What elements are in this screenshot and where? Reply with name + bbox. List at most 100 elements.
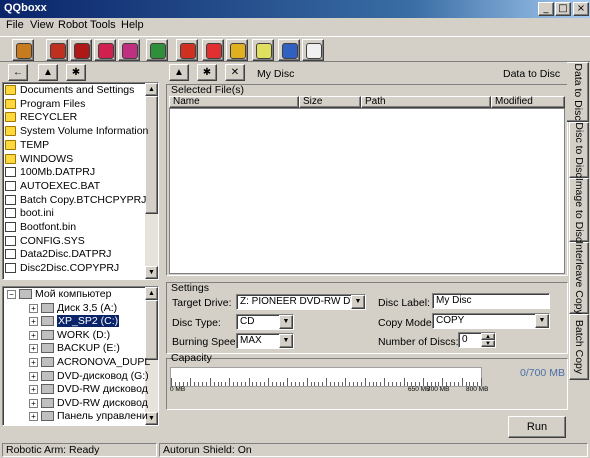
expand-icon[interactable]: + — [29, 358, 38, 367]
drive-icon — [41, 357, 54, 367]
tree-item-label: DVD-RW дисковод — [57, 383, 148, 396]
expand-icon[interactable]: + — [29, 398, 38, 408]
new-project-icon[interactable]: ✱ — [197, 64, 217, 81]
column-header[interactable]: Path — [361, 96, 491, 108]
expand-icon[interactable]: + — [29, 344, 38, 354]
scroll-thumb[interactable] — [145, 96, 158, 214]
burn-icon[interactable] — [46, 39, 68, 61]
file-name: System Volume Information — [20, 125, 149, 138]
disc-type-select[interactable]: CD ▼ — [236, 314, 294, 330]
burning-speed-select[interactable]: MAX ▼ — [236, 333, 294, 349]
menu-robot[interactable]: Robot — [58, 19, 87, 31]
expand-icon[interactable]: + — [29, 317, 38, 327]
burning-speed-label: Burning Speed: — [172, 336, 245, 348]
batch-icon-glyph — [150, 43, 166, 59]
folder-red-icon[interactable] — [202, 39, 224, 61]
expand-icon[interactable]: + — [29, 385, 38, 395]
delete-icon[interactable]: ✕ — [225, 64, 245, 81]
file-list-scrollbar[interactable]: ▲ ▼ — [145, 83, 158, 279]
robot-icon[interactable] — [12, 39, 34, 61]
capacity-tick — [198, 382, 199, 386]
chevron-down-icon[interactable]: ▼ — [351, 295, 365, 309]
chevron-down-icon[interactable]: ▼ — [279, 334, 293, 348]
capacity-tick — [376, 382, 377, 386]
num-discs-spinner[interactable]: 0 ▲ ▼ — [458, 332, 496, 348]
tab-batch-copy[interactable]: Batch Copy — [569, 314, 589, 380]
disc-type-label: Disc Type: — [172, 317, 221, 329]
expand-icon[interactable]: + — [29, 371, 38, 381]
tab-label: Interleave Copy — [573, 241, 585, 315]
file-list[interactable]: ▲ ▼ Documents and Settings Program Files R… — [2, 82, 159, 280]
column-header[interactable]: Size — [299, 96, 361, 108]
tab-image-to-disc[interactable]: Image to Disc — [569, 178, 589, 242]
file-icon — [5, 222, 16, 232]
undo-icon-glyph — [180, 43, 196, 59]
open-folder-icon[interactable]: ▲ — [169, 64, 189, 81]
disc-label-input[interactable]: My Disc — [432, 293, 550, 309]
disc-copy-icon-glyph — [74, 43, 90, 59]
maximize-button[interactable]: □ — [555, 2, 571, 16]
new-folder-icon[interactable]: ✱ — [66, 64, 86, 81]
chevron-down-icon[interactable]: ▼ — [279, 315, 293, 329]
disc-type-value: CD — [240, 316, 255, 327]
help-icon[interactable] — [302, 39, 324, 61]
column-header[interactable]: Modified — [491, 96, 565, 108]
tree-item-label: DVD-RW дисковод — [57, 396, 148, 409]
selected-files-list[interactable] — [169, 108, 565, 274]
drive-icon — [19, 425, 32, 426]
batch-icon[interactable] — [146, 39, 168, 61]
expand-icon[interactable]: + — [29, 303, 38, 313]
copy-mode-select[interactable]: COPY ▼ — [432, 313, 550, 329]
capacity-tick — [330, 382, 331, 386]
tree-item-label: XP_SP2 (C:) — [57, 315, 120, 328]
back-arrow-icon[interactable]: ← — [8, 64, 28, 81]
close-button[interactable]: × — [573, 2, 589, 16]
tree-scroll-thumb[interactable] — [145, 300, 158, 360]
drive-tree[interactable]: ▲ ▼ − Мой компьютер + Диск 3,5 (A:) + XP_SP2 … — [2, 286, 159, 426]
chevron-down-icon[interactable]: ▼ — [535, 314, 549, 328]
capacity-tick — [264, 382, 265, 386]
undo-icon[interactable] — [176, 39, 198, 61]
capacity-tick — [454, 382, 455, 386]
spin-down-icon[interactable]: ▼ — [481, 340, 495, 347]
notes-icon[interactable] — [252, 39, 274, 61]
settings-icon[interactable] — [278, 39, 300, 61]
main-toolbar — [0, 36, 590, 62]
minimize-button[interactable]: _ — [538, 2, 554, 16]
drive-icon — [41, 384, 54, 395]
tree-scroll-up-button[interactable]: ▲ — [145, 287, 158, 300]
menu-view[interactable]: View — [30, 19, 54, 31]
scroll-down-button[interactable]: ▼ — [145, 266, 158, 279]
capacity-tick — [249, 378, 250, 386]
expand-icon[interactable]: + — [29, 330, 38, 340]
capacity-bar — [170, 367, 482, 387]
disc-copy-icon[interactable] — [70, 39, 92, 61]
collapse-icon[interactable]: − — [7, 290, 16, 299]
menu-file[interactable]: File — [6, 19, 24, 31]
target-drive-value: Z: PIONEER DVD-RW DVR — [240, 296, 365, 307]
up-folder-icon[interactable]: ▲ — [38, 64, 58, 81]
multi-disc-icon[interactable] — [118, 39, 140, 61]
disc-to-disc-icon[interactable] — [94, 39, 116, 61]
file-name: Disc2Disc.COPYPRJ — [20, 262, 120, 275]
status-autorun: Autorun Shield: On — [159, 443, 588, 457]
tree-item-label: Сетевое окружение — [35, 424, 131, 425]
menu-tools[interactable]: Tools — [90, 19, 116, 31]
tab-disc-to-disc[interactable]: Disc to Disc — [569, 122, 589, 178]
target-drive-select[interactable]: Z: PIONEER DVD-RW DVR ▼ — [236, 294, 366, 310]
help-icon-glyph — [306, 43, 322, 59]
column-header[interactable]: Name — [169, 96, 299, 108]
capacity-tick — [326, 378, 327, 386]
scroll-up-button[interactable]: ▲ — [145, 83, 158, 96]
capacity-tick — [214, 382, 215, 386]
drive-icon — [41, 302, 54, 313]
info-icon[interactable] — [226, 39, 248, 61]
spin-up-icon[interactable]: ▲ — [481, 333, 495, 340]
drive-icon — [41, 316, 54, 327]
run-button[interactable]: Run — [508, 416, 566, 438]
menu-help[interactable]: Help — [121, 19, 144, 31]
capacity-tick — [218, 382, 219, 386]
tab-interleave-copy[interactable]: Interleave Copy — [569, 241, 589, 315]
tab-data-to-disc[interactable]: Data to Disc — [567, 62, 589, 122]
expand-icon[interactable]: + — [29, 412, 38, 422]
